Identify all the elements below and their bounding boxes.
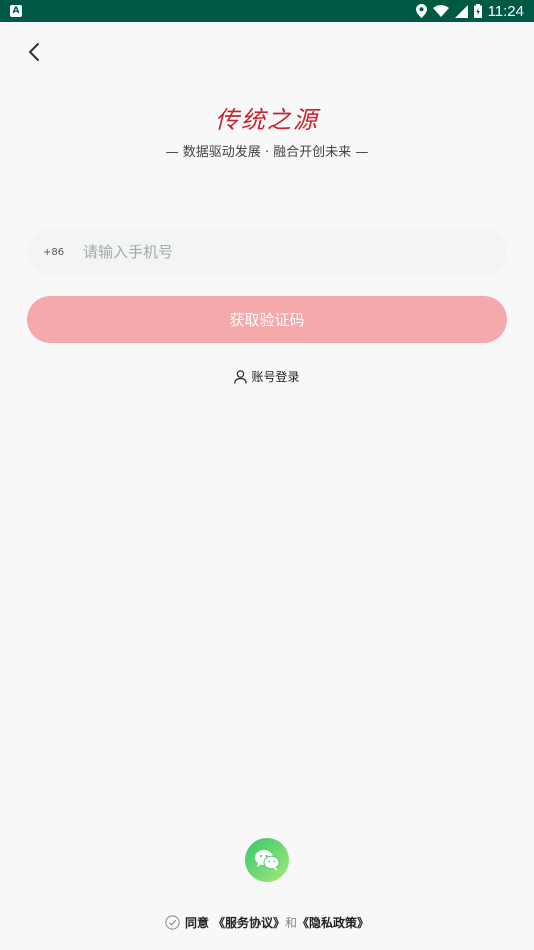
status-time: 11:24: [487, 2, 524, 20]
signal-icon: [454, 4, 468, 18]
app-notification-icon: A: [10, 5, 22, 17]
get-verification-code-button[interactable]: 获取验证码: [27, 296, 507, 343]
status-bar: A 11:24: [0, 0, 534, 22]
agree-label: 同意: [184, 916, 209, 930]
and-label: 和: [285, 916, 298, 930]
chevron-left-icon: [29, 43, 39, 61]
account-login-link[interactable]: 账号登录: [0, 368, 534, 385]
wechat-icon: [255, 850, 280, 871]
account-login-label: 账号登录: [251, 370, 300, 384]
agreement-row: 同意 《服务协议》 和 《隐私政策》: [0, 914, 534, 931]
agree-checkbox[interactable]: [165, 915, 180, 930]
country-code[interactable]: +86: [43, 247, 83, 258]
location-icon: [415, 4, 427, 18]
check-circle-icon: [165, 915, 180, 930]
brand-tagline: — 数据驱动发展 · 融合开创未来 —: [165, 145, 369, 160]
phone-input[interactable]: [83, 228, 507, 276]
phone-field[interactable]: +86: [27, 228, 507, 276]
service-agreement-link[interactable]: 《服务协议》: [213, 914, 285, 931]
back-button[interactable]: [20, 38, 48, 66]
wifi-icon: [432, 5, 449, 17]
wechat-login-button[interactable]: [245, 838, 289, 882]
brand-logo: 传统之源: [215, 106, 319, 134]
battery-icon: [473, 4, 482, 18]
privacy-policy-link[interactable]: 《隐私政策》: [297, 914, 369, 931]
user-icon: [234, 369, 248, 384]
